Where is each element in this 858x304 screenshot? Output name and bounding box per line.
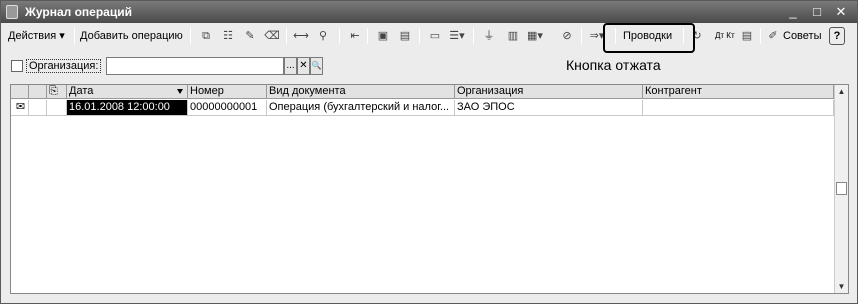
header-number[interactable]: Номер bbox=[188, 85, 267, 99]
interval-icon[interactable]: ⟷ bbox=[293, 28, 309, 44]
dt-kt-button[interactable]: Дт Кт bbox=[715, 26, 735, 46]
organization-filter-label[interactable]: Организация: bbox=[26, 59, 102, 73]
list-dropdown-icon[interactable]: ☰▾ bbox=[449, 28, 465, 44]
scroll-up-icon[interactable]: ▲ bbox=[835, 85, 848, 98]
document-list-icon[interactable]: ▤ bbox=[739, 28, 755, 44]
toolbar-separator bbox=[581, 28, 582, 44]
clear-filter-icon[interactable]: ⊘ bbox=[559, 28, 575, 44]
toolbar-separator bbox=[419, 28, 420, 44]
annotation-label: Кнопка отжата bbox=[566, 57, 661, 73]
header-date-label: Дата bbox=[69, 85, 94, 97]
help-button[interactable]: ? bbox=[829, 27, 845, 45]
add-operation-button[interactable]: Добавить операцию bbox=[80, 26, 183, 46]
unpost-document-icon[interactable]: ▤ bbox=[397, 28, 413, 44]
select-organization-button[interactable]: ... bbox=[284, 57, 297, 75]
actions-menu-button[interactable]: Действия ▾ bbox=[8, 26, 65, 46]
copy-tree-icon[interactable]: ☷ bbox=[220, 28, 236, 44]
header-attach-icon: ⎘ bbox=[47, 85, 67, 99]
search-organization-button[interactable]: 🔍 bbox=[310, 57, 323, 75]
filter-history-icon[interactable]: ▦▾ bbox=[527, 28, 543, 44]
toolbar-separator bbox=[760, 28, 761, 44]
copy-icon[interactable]: ⧉ bbox=[198, 28, 214, 44]
filter-by-value-icon[interactable]: ▥ bbox=[505, 28, 521, 44]
row-post-cell bbox=[29, 100, 47, 116]
header-organization[interactable]: Организация bbox=[455, 85, 643, 99]
edit-icon[interactable]: ✎ bbox=[242, 28, 258, 44]
toolbar-separator bbox=[190, 28, 191, 44]
toolbar-separator bbox=[473, 28, 474, 44]
toolbar-separator bbox=[339, 28, 340, 44]
delete-mark-icon[interactable]: ⌫ bbox=[264, 28, 280, 44]
row-attach-cell bbox=[47, 100, 67, 116]
header-icon-column bbox=[11, 85, 29, 99]
scroll-thumb[interactable] bbox=[836, 182, 847, 195]
header-doc-type[interactable]: Вид документа bbox=[267, 85, 455, 99]
filter-icon[interactable]: ⏚ bbox=[481, 28, 497, 44]
header-counterparty[interactable]: Контрагент bbox=[643, 85, 834, 99]
vertical-scrollbar[interactable]: ▲ ▼ bbox=[834, 85, 848, 293]
row-number-cell[interactable]: 00000000001 bbox=[188, 100, 267, 116]
operations-journal-window: Журнал операций _ □ ✕ Действия ▾ Добавит… bbox=[0, 0, 858, 304]
row-organization-cell[interactable]: ЗАО ЭПОС bbox=[455, 100, 643, 116]
window-title: Журнал операций bbox=[25, 5, 132, 19]
maximize-button[interactable]: □ bbox=[809, 4, 825, 20]
header-date[interactable]: Дата bbox=[67, 85, 188, 99]
organization-filter-checkbox[interactable] bbox=[11, 60, 23, 72]
row-date-cell[interactable]: 16.01.2008 12:00:00 bbox=[67, 100, 188, 116]
scroll-down-icon[interactable]: ▼ bbox=[835, 280, 848, 293]
post-document-icon[interactable]: ▣ bbox=[375, 28, 391, 44]
row-counterparty-cell[interactable] bbox=[643, 100, 834, 116]
row-doc-type-cell[interactable]: Операция (бухгалтерский и налог... bbox=[267, 100, 455, 116]
operation-doc-icon: ✉ bbox=[11, 100, 29, 116]
toolbar-separator bbox=[286, 28, 287, 44]
header-post-column bbox=[29, 85, 47, 99]
toolbar: Действия ▾ Добавить операцию ⧉ ☷ ✎ ⌫ ⟷ ⚲… bbox=[3, 25, 855, 47]
toolbar-separator bbox=[74, 28, 75, 44]
find-icon[interactable]: ⚲ bbox=[315, 28, 331, 44]
operations-table: ⎘ Дата Номер Вид документа Организация К… bbox=[10, 84, 849, 294]
organization-input[interactable] bbox=[106, 57, 284, 75]
close-button[interactable]: ✕ bbox=[833, 4, 849, 20]
tips-icon: ✐ bbox=[768, 30, 778, 42]
clear-organization-button[interactable]: ✕ bbox=[297, 57, 310, 75]
sort-desc-icon bbox=[177, 89, 183, 94]
arrow-left-icon[interactable]: ⇤ bbox=[347, 28, 363, 44]
toolbar-separator bbox=[367, 28, 368, 44]
tips-button[interactable]: Советы bbox=[783, 26, 821, 46]
structure-icon[interactable]: ▭ bbox=[427, 28, 443, 44]
title-bar: Журнал операций _ □ ✕ bbox=[1, 1, 857, 23]
entries-button-highlight bbox=[603, 23, 695, 53]
journal-icon bbox=[6, 5, 18, 19]
minimize-button[interactable]: _ bbox=[785, 4, 801, 20]
